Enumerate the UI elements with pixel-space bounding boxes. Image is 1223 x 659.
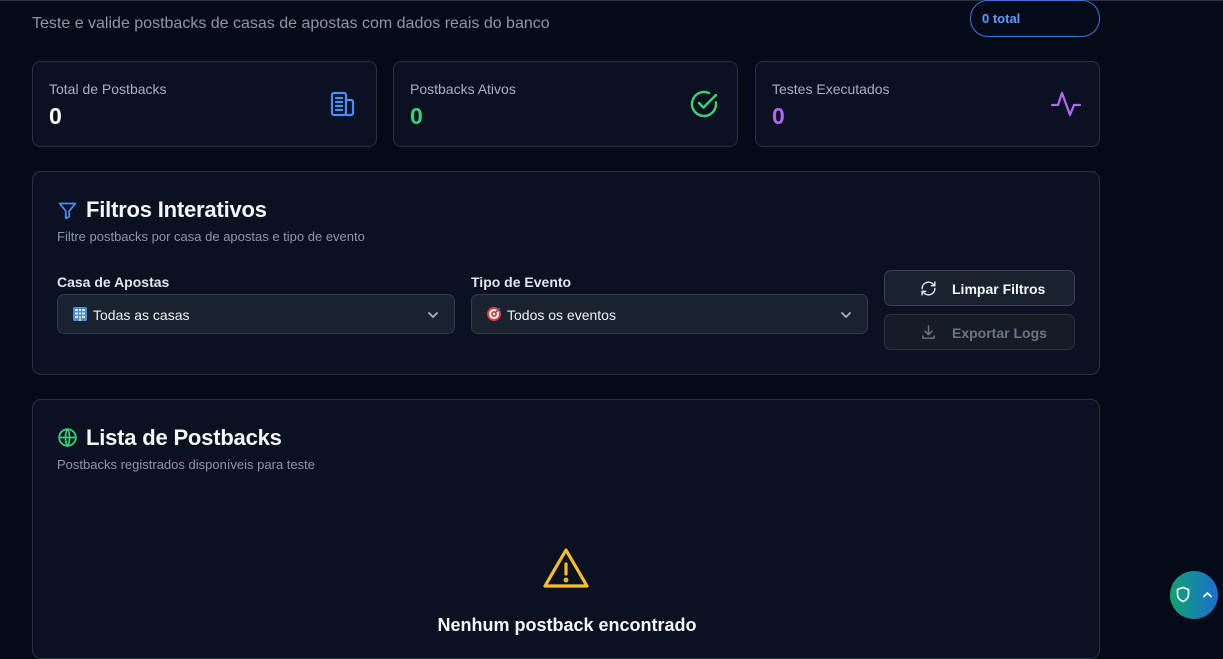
stat-card-active: Postbacks Ativos 0 <box>393 61 738 147</box>
evento-label: Tipo de Evento <box>471 274 572 290</box>
filters-description: Filtre postbacks por casa de apostas e t… <box>57 229 365 244</box>
list-title: Lista de Postbacks <box>86 425 282 450</box>
clear-filters-button[interactable]: Limpar Filtros <box>884 270 1075 306</box>
warning-icon <box>543 548 589 588</box>
filters-card: Filtros Interativos Filtre postbacks por… <box>32 171 1100 375</box>
activity-icon <box>1050 91 1082 117</box>
page-subtitle: Teste e valide postbacks de casas de apo… <box>32 15 550 32</box>
stat-value: 0 <box>772 103 785 129</box>
empty-state-title: Nenhum postback encontrado <box>437 615 697 635</box>
list-description: Postbacks registrados disponíveis para t… <box>57 457 315 472</box>
total-badge: 0 total <box>970 0 1100 37</box>
casa-label: Casa de Apostas <box>57 274 170 290</box>
building-emoji-icon <box>73 307 87 321</box>
filters-title: Filtros Interativos <box>86 197 267 222</box>
target-emoji-icon <box>487 307 501 321</box>
postbacks-list-card: Lista de Postbacks Postbacks registrados… <box>32 399 1100 659</box>
stat-value: 0 <box>410 103 423 129</box>
filter-icon <box>58 202 77 220</box>
clear-filters-label: Limpar Filtros <box>952 281 1046 297</box>
evento-select[interactable]: Todos os eventos <box>471 294 868 334</box>
stat-value: 0 <box>49 103 62 129</box>
export-logs-label: Exportar Logs <box>952 325 1047 341</box>
shield-icon <box>1176 586 1190 603</box>
refresh-icon <box>921 281 936 296</box>
globe-icon <box>58 428 77 447</box>
stat-card-total: Total de Postbacks 0 <box>32 61 377 147</box>
export-logs-button[interactable]: Exportar Logs <box>884 314 1075 350</box>
floating-security-button[interactable] <box>1170 571 1218 619</box>
chevron-down-icon <box>841 312 851 318</box>
stat-label: Postbacks Ativos <box>410 81 516 97</box>
casa-select[interactable]: Todas as casas <box>57 294 455 334</box>
check-circle-icon <box>690 90 718 118</box>
evento-select-value: Todos os eventos <box>507 307 616 323</box>
download-icon <box>922 325 935 339</box>
building-icon <box>330 91 355 117</box>
stat-label: Total de Postbacks <box>49 81 167 97</box>
chevron-up-icon <box>1203 592 1212 598</box>
casa-select-value: Todas as casas <box>93 307 190 323</box>
chevron-down-icon <box>428 312 438 318</box>
stat-label: Testes Executados <box>772 81 890 97</box>
stat-card-tests: Testes Executados 0 <box>755 61 1100 147</box>
